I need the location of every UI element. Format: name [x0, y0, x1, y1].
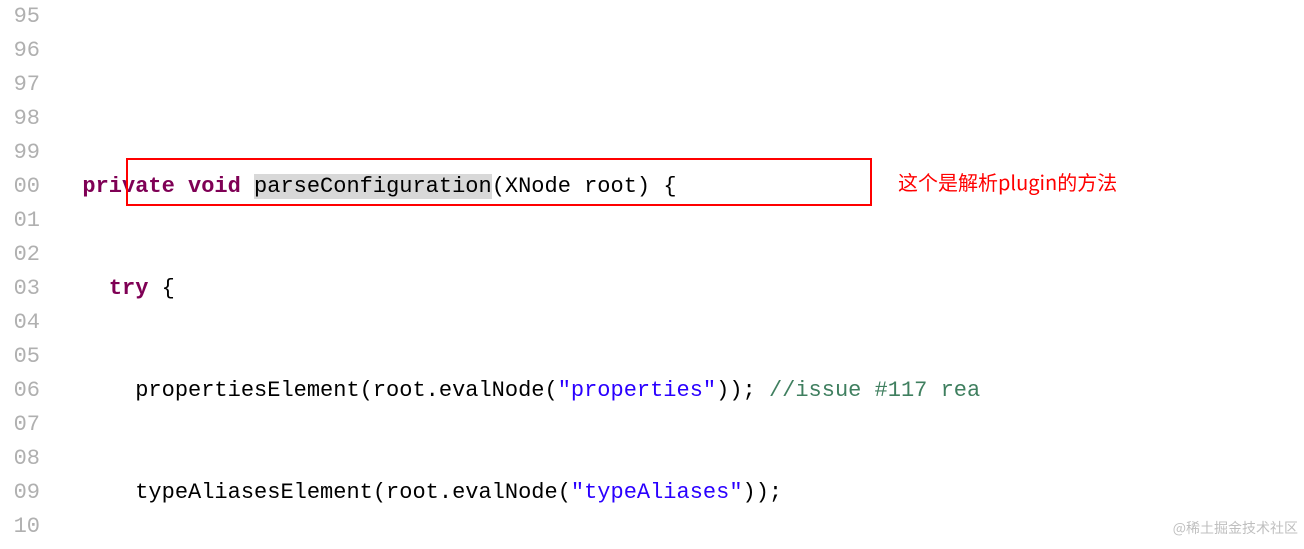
- line-number: 95: [0, 0, 46, 34]
- line-number: 02: [0, 238, 46, 272]
- line-number: 06: [0, 374, 46, 408]
- line-number: 11: [0, 544, 46, 549]
- line-number: 08: [0, 442, 46, 476]
- line-number: 99: [0, 136, 46, 170]
- line-number: 98: [0, 102, 46, 136]
- code-editor: 95 96 97 98 99 00 01 02 03 04 05 06 07 0…: [0, 0, 1304, 549]
- line-number: 00: [0, 170, 46, 204]
- code-line: try {: [56, 272, 993, 306]
- line-number: 04: [0, 306, 46, 340]
- code-area[interactable]: private void parseConfiguration(XNode ro…: [46, 0, 993, 549]
- line-number: 97: [0, 68, 46, 102]
- code-line: typeAliasesElement(root.evalNode("typeAl…: [56, 476, 993, 510]
- line-number: 05: [0, 340, 46, 374]
- line-number: 96: [0, 34, 46, 68]
- line-number: 07: [0, 408, 46, 442]
- line-number-gutter: 95 96 97 98 99 00 01 02 03 04 05 06 07 0…: [0, 0, 46, 549]
- line-number: 01: [0, 204, 46, 238]
- line-number: 09: [0, 476, 46, 510]
- red-annotation-text: 这个是解析plugin的方法: [898, 165, 1117, 199]
- code-line: [56, 68, 993, 102]
- watermark-text: @稀土掘金技术社区: [1173, 511, 1298, 545]
- code-line: private void parseConfiguration(XNode ro…: [56, 170, 993, 204]
- code-line: propertiesElement(root.evalNode("propert…: [56, 374, 993, 408]
- line-number: 03: [0, 272, 46, 306]
- method-name: parseConfiguration: [254, 174, 492, 199]
- line-number: 10: [0, 510, 46, 544]
